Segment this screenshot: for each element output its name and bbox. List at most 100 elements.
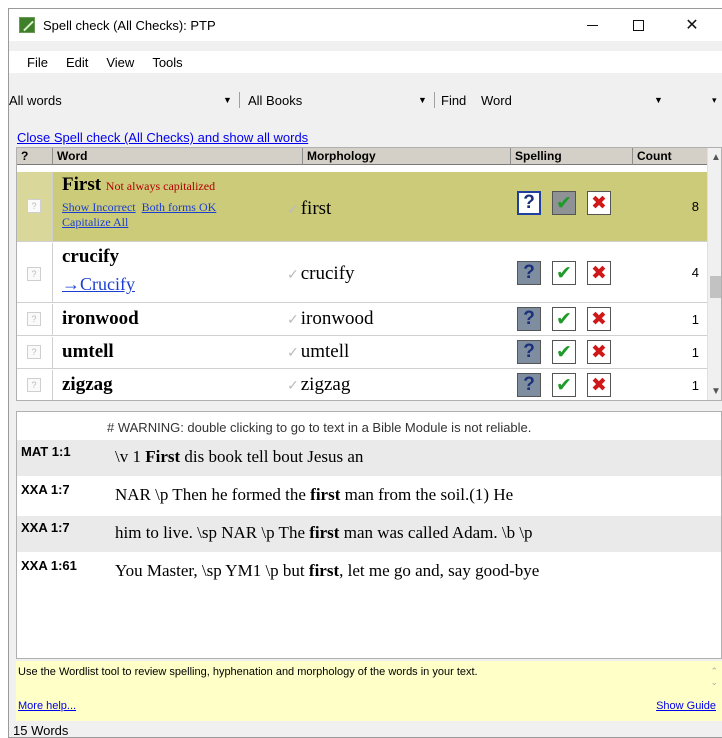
fix-links: Show Incorrect Both forms OK Capitalize A… [62, 200, 222, 230]
checkmark-icon: ✓ [287, 268, 299, 283]
minimize-button[interactable] [569, 9, 615, 41]
row-check-cell: ? [17, 337, 53, 368]
col-header-spelling[interactable]: Spelling [511, 148, 633, 165]
table-row[interactable]: ? umtell ✓ umtell ? ✔ ✖ 1 [17, 337, 707, 369]
list-item[interactable]: MAT 1:1 \v 1 First dis book tell bout Je… [17, 440, 721, 476]
books-dropdown[interactable]: All Books ▼ [248, 92, 428, 109]
more-help-link[interactable]: More help... [18, 700, 76, 712]
menu-bar: File Edit View Tools [9, 51, 722, 73]
context-hit: first [308, 561, 340, 580]
row-check-cell: ? [17, 172, 53, 241]
chevron-down-icon: ▼ [654, 95, 663, 105]
spelling-correct-button[interactable]: ✔ [552, 261, 576, 285]
list-item[interactable]: XXA 1:7 NAR \p Then he formed the first … [17, 478, 721, 514]
module-warning: # WARNING: double clicking to go to text… [107, 420, 532, 435]
context-before: You Master, \sp YM1 \p but [115, 561, 309, 580]
spelling-unknown-button[interactable]: ? [517, 191, 541, 215]
spelling-unknown-button[interactable]: ? [517, 261, 541, 285]
unknown-status-icon: ? [27, 199, 41, 213]
title-bar[interactable]: Spell check (All Checks): PTP ✕ [9, 9, 722, 41]
menu-view[interactable]: View [97, 55, 143, 70]
spelling-unknown-button[interactable]: ? [517, 373, 541, 397]
list-item[interactable]: XXA 1:7 him to live. \sp NAR \p The firs… [17, 516, 721, 552]
checkmark-icon: ✓ [287, 379, 299, 394]
capitalize-all-link[interactable]: Capitalize All [62, 215, 128, 229]
spelling-incorrect-button[interactable]: ✖ [587, 191, 611, 215]
col-header-morphology[interactable]: Morphology [303, 148, 511, 165]
find-field-value: Word [481, 93, 512, 108]
toolbar-overflow-icon[interactable]: ▾ [712, 92, 717, 109]
context-text: him to live. \sp NAR \p The first man wa… [115, 523, 533, 543]
word-cell: crucify [62, 246, 119, 267]
table-row[interactable]: ? crucify →Crucify ✓ crucify ? ✔ ✖ 4 [17, 243, 707, 303]
context-hit: first [310, 485, 341, 504]
scroll-thumb[interactable] [710, 276, 721, 298]
col-header-word[interactable]: Word [53, 148, 303, 165]
spelling-correct-button[interactable]: ✔ [552, 340, 576, 364]
close-spellcheck-link[interactable]: Close Spell check (All Checks) and show … [17, 130, 308, 145]
spelling-correct-button[interactable]: ✔ [552, 373, 576, 397]
scroll-down-icon[interactable]: ▼ [711, 386, 721, 397]
show-guide-link[interactable]: Show Guide [656, 700, 716, 712]
table-row[interactable]: ? ironwood ✓ ironwood ? ✔ ✖ 1 [17, 304, 707, 336]
col-header-q[interactable]: ? [17, 148, 53, 165]
guide-scroll-icon[interactable]: ⌃ ⌄ [710, 666, 718, 688]
count-cell: 4 [691, 265, 699, 280]
capitalization-warning: Not always capitalized [105, 179, 216, 193]
spelling-incorrect-button[interactable]: ✖ [587, 261, 611, 285]
context-hit: First [145, 447, 181, 466]
word-cell: zigzag [62, 374, 113, 395]
wordlist-table: ? Word Morphology Spelling Count ? First… [16, 147, 722, 401]
spelling-correct-button[interactable]: ✔ [552, 307, 576, 331]
morphology-cell[interactable]: ✓ crucify [287, 263, 355, 285]
morphology-text: umtell [300, 341, 350, 362]
word-scope-dropdown[interactable]: All words ▼ [9, 92, 237, 109]
maximize-icon [632, 19, 644, 31]
table-row[interactable]: ? First Not always capitalized Show Inco… [17, 172, 707, 242]
table-header: ? Word Morphology Spelling Count [17, 148, 707, 165]
unknown-status-icon: ? [27, 312, 41, 326]
books-value: All Books [248, 93, 303, 108]
word-cell: ironwood [62, 308, 139, 329]
morphology-cell[interactable]: ✓ zigzag [287, 374, 350, 396]
spelling-incorrect-button[interactable]: ✖ [587, 340, 611, 364]
word-cell: umtell [62, 341, 114, 362]
morphology-text: ironwood [300, 308, 374, 329]
show-incorrect-link[interactable]: Show Incorrect [62, 200, 136, 214]
close-button[interactable]: ✕ [669, 9, 715, 41]
morphology-text: zigzag [300, 374, 351, 395]
menu-tools[interactable]: Tools [143, 55, 191, 70]
col-header-count[interactable]: Count [633, 148, 707, 165]
word-scope-value: All words [9, 93, 62, 108]
spelling-incorrect-button[interactable]: ✖ [587, 307, 611, 331]
spelling-incorrect-button[interactable]: ✖ [587, 373, 611, 397]
menu-edit[interactable]: Edit [57, 55, 97, 70]
maximize-button[interactable] [615, 9, 661, 41]
morphology-text: crucify [300, 263, 355, 284]
row-check-cell: ? [17, 243, 53, 302]
separator [239, 92, 240, 108]
spelling-correct-button[interactable]: ✔ [552, 191, 576, 215]
list-item[interactable]: XXA 1:61 You Master, \sp YM1 \p but firs… [17, 554, 721, 590]
count-cell: 1 [691, 378, 699, 393]
spelling-unknown-button[interactable]: ? [517, 340, 541, 364]
paratext-app-icon [19, 17, 35, 33]
spelling-unknown-button[interactable]: ? [517, 307, 541, 331]
context-text: \v 1 First dis book tell bout Jesus an [115, 447, 363, 467]
verse-ref: XXA 1:61 [21, 558, 77, 573]
table-row[interactable]: ? zigzag ✓ zigzag ? ✔ ✖ 1 [17, 370, 707, 400]
morphology-cell[interactable]: ✓ first [287, 198, 331, 220]
menu-file[interactable]: File [9, 55, 57, 70]
concordance-pane: # WARNING: double clicking to go to text… [16, 411, 722, 659]
verse-ref: XXA 1:7 [21, 520, 70, 535]
table-scrollbar[interactable]: ▲ ▼ [707, 148, 721, 400]
morphology-cell[interactable]: ✓ ironwood [287, 308, 374, 330]
suggestion-link[interactable]: →Crucify [62, 274, 135, 295]
minimize-icon [586, 24, 598, 26]
unknown-status-icon: ? [27, 378, 41, 392]
scroll-up-icon[interactable]: ▲ [711, 152, 721, 163]
both-forms-ok-link[interactable]: Both forms OK [142, 200, 217, 214]
morphology-cell[interactable]: ✓ umtell [287, 341, 349, 363]
find-field-dropdown[interactable]: Word ▼ [481, 92, 671, 109]
morphology-text: first [300, 198, 332, 219]
